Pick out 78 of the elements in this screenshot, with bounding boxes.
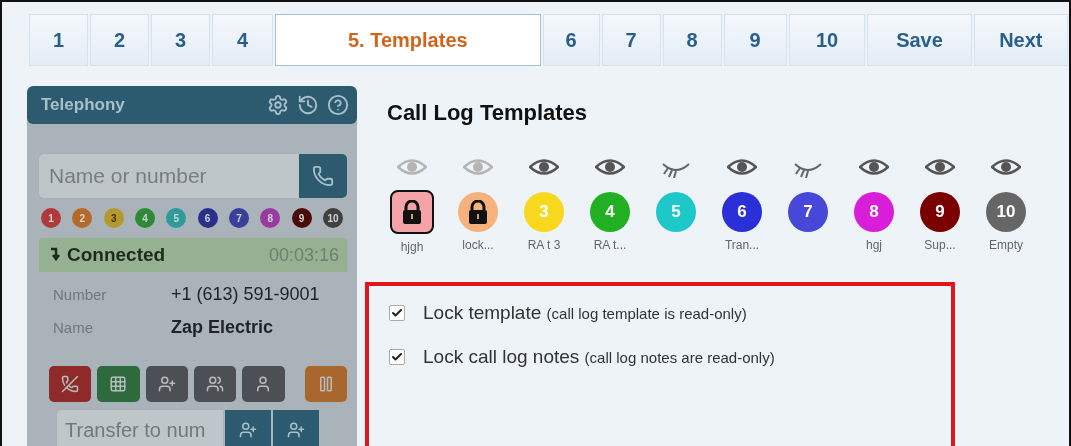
panel-title: Telephony — [41, 95, 126, 115]
checkbox[interactable] — [389, 305, 405, 321]
template-label: Tran... — [724, 238, 760, 252]
line-dot[interactable]: 7 — [228, 208, 249, 228]
template-label: Sup... — [924, 238, 956, 252]
template-label: hjgh — [400, 240, 424, 254]
option-label: Lock template (call log template is read-only) — [423, 302, 747, 324]
history-icon[interactable] — [297, 94, 319, 116]
phone-hangup-button[interactable] — [49, 366, 92, 402]
step-tab[interactable]: Next — [973, 14, 1069, 66]
transfer-button[interactable] — [225, 410, 271, 446]
eye-icon[interactable] — [991, 158, 1021, 176]
call-button[interactable] — [299, 154, 347, 198]
people-button[interactable] — [194, 366, 237, 402]
eye-icon[interactable] — [727, 158, 757, 176]
eye-icon[interactable] — [595, 158, 625, 176]
template-label: hgj — [866, 238, 882, 252]
line-dot[interactable]: 9 — [291, 208, 312, 228]
step-tab[interactable]: 5. Templates — [275, 14, 541, 66]
template-badge[interactable] — [390, 190, 434, 234]
add-person-icon — [287, 421, 305, 439]
people-icon — [206, 375, 225, 393]
step-tab[interactable]: 10 — [788, 14, 866, 66]
person-button[interactable] — [242, 366, 285, 402]
transfer-field[interactable]: Transfer to num — [57, 410, 223, 446]
template-badge[interactable]: 6 — [722, 192, 762, 232]
template-badge[interactable]: 9 — [920, 192, 960, 232]
help-icon[interactable] — [327, 94, 349, 116]
line-dot[interactable]: 10 — [322, 208, 343, 228]
lock-icon — [402, 200, 422, 224]
template-badge[interactable]: 10 — [986, 192, 1026, 232]
step-tab[interactable]: 1 — [29, 14, 89, 66]
line-dot[interactable]: 8 — [260, 208, 281, 228]
pause-button[interactable] — [304, 366, 347, 402]
detail-value: Zap Electric — [171, 317, 275, 338]
line-dot[interactable]: 1 — [41, 208, 61, 228]
option-label: Lock call log notes (call log notes are read-only) — [423, 346, 775, 368]
lock-icon — [468, 200, 488, 224]
template-label: lock... — [462, 238, 494, 252]
search-field[interactable]: Name or number — [39, 154, 299, 198]
check-icon — [391, 351, 403, 363]
step-tab[interactable]: 3 — [151, 14, 211, 66]
check-icon — [391, 307, 403, 319]
keypad-icon — [109, 375, 128, 393]
eye-icon[interactable] — [859, 158, 889, 176]
template-label: RA t... — [593, 238, 627, 252]
call-status: Connected — [49, 244, 166, 266]
line-dot[interactable]: 6 — [197, 208, 218, 228]
step-tab[interactable]: Save — [867, 14, 972, 66]
detail-label: Name — [53, 319, 94, 336]
eye-icon[interactable] — [925, 158, 955, 176]
step-tab[interactable]: 7 — [601, 14, 661, 66]
step-tab[interactable]: 2 — [90, 14, 150, 66]
keypad-button[interactable] — [97, 366, 140, 402]
step-tab[interactable]: 9 — [723, 14, 787, 66]
detail-value: +1 (613) 591-9001 — [171, 284, 321, 305]
add-person-icon — [157, 375, 176, 393]
line-dot[interactable]: 3 — [103, 208, 124, 228]
section-title: Call Log Templates — [387, 100, 589, 126]
template-label: RA t 3 — [527, 238, 561, 252]
settings-icon[interactable] — [267, 94, 289, 116]
step-tab[interactable]: 8 — [662, 14, 722, 66]
phone-icon — [312, 165, 334, 187]
template-label: Empty — [989, 238, 1023, 252]
step-tab[interactable]: 6 — [542, 14, 600, 66]
eye-icon[interactable] — [529, 158, 559, 176]
detail-label: Number — [53, 286, 108, 303]
add-person-icon — [239, 421, 257, 439]
step-tab[interactable]: 4 — [212, 14, 274, 66]
template-badge[interactable] — [458, 192, 498, 232]
template-badge[interactable]: 7 — [788, 192, 828, 232]
phone-hangup-icon — [61, 375, 80, 393]
add-person-button[interactable] — [145, 366, 188, 402]
template-badge[interactable]: 8 — [854, 192, 894, 232]
transfer-button[interactable] — [273, 410, 319, 446]
arrow-icon — [49, 247, 61, 261]
checkbox[interactable] — [389, 349, 405, 365]
line-dot[interactable]: 4 — [135, 208, 155, 228]
